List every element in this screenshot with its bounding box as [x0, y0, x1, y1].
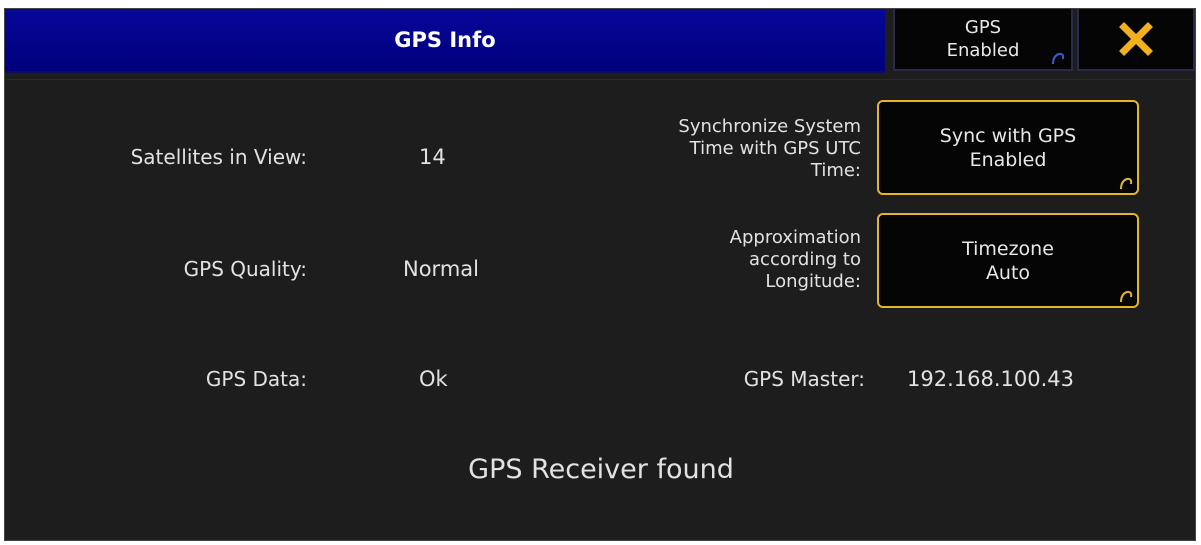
gps-quality-value: Normal — [403, 257, 479, 281]
gps-quality-label: GPS Quality: — [183, 257, 307, 281]
gps-data-value: Ok — [419, 367, 448, 391]
timezone-button-line1: Timezone — [962, 237, 1054, 260]
status-message: GPS Receiver found — [468, 454, 734, 485]
gps-data-label: GPS Data: — [205, 367, 307, 391]
gps-enabled-label-line1: GPS — [964, 17, 1002, 38]
corner-hook-icon — [1052, 52, 1065, 65]
timezone-button-line2: Auto — [985, 261, 1031, 284]
corner-hook-icon — [1120, 290, 1133, 303]
corner-hook-icon — [1120, 177, 1133, 190]
gps-master-value: 192.168.100.43 — [907, 367, 1074, 391]
sync-button-line1: Sync with GPS — [939, 124, 1077, 147]
gps-enabled-label-line2: Enabled — [946, 40, 1020, 61]
close-button[interactable] — [1077, 9, 1195, 71]
satellites-value: 14 — [419, 145, 446, 169]
satellites-label: Satellites in View: — [130, 145, 307, 169]
gps-info-dialog: GPS Info GPS Enabled Satellites in View:… — [4, 8, 1196, 541]
sync-label: Synchronize System Time with GPS UTC Tim… — [678, 116, 861, 181]
title-bar[interactable]: GPS Info — [5, 9, 885, 73]
sync-with-gps-button[interactable]: Sync with GPS Enabled — [877, 100, 1139, 195]
timezone-label: Approximation according to Longitude: — [729, 227, 861, 292]
sync-button-line2: Enabled — [969, 148, 1047, 171]
gps-master-label: GPS Master: — [743, 367, 865, 391]
window-title: GPS Info — [394, 28, 496, 52]
gps-enabled-button[interactable]: GPS Enabled — [893, 9, 1073, 71]
close-x-icon — [1119, 22, 1153, 56]
timezone-auto-button[interactable]: Timezone Auto — [877, 213, 1139, 308]
